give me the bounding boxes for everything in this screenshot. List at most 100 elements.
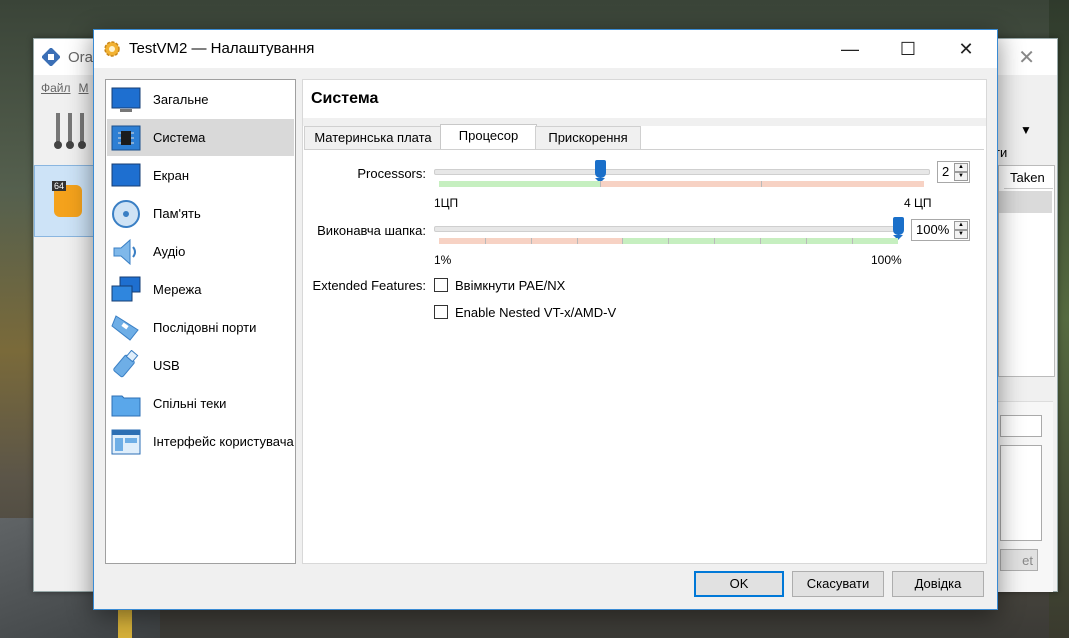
pae-nx-label[interactable]: Ввімкнути PAE/NX <box>455 278 565 293</box>
execution-cap-value: 100% <box>916 222 950 237</box>
maximize-button[interactable]: ☐ <box>879 30 937 68</box>
processor-tab-content <box>304 149 984 561</box>
close-icon: ✕ <box>958 38 974 59</box>
processors-scale-bad <box>600 181 924 187</box>
scale-tick <box>852 238 853 244</box>
tab-motherboard[interactable]: Материнська плата <box>304 126 442 150</box>
execution-cap-scale <box>439 238 898 244</box>
snapshots-selected-row[interactable] <box>999 191 1052 213</box>
virtualbox-logo-icon <box>42 48 60 66</box>
scale-tick <box>760 238 761 244</box>
disk-icon <box>112 199 140 228</box>
execution-cap-spinbox[interactable]: 100% ▲ ▼ <box>911 219 970 241</box>
pane-separator <box>303 118 986 126</box>
ui-window-icon <box>111 429 141 454</box>
minimize-button[interactable]: — <box>821 30 879 68</box>
scale-tick <box>600 181 601 187</box>
ok-button[interactable]: OK <box>694 571 784 597</box>
background-close-icon[interactable]: ✕ <box>1018 45 1035 70</box>
spin-up-icon[interactable]: ▲ <box>954 221 968 230</box>
monitor-icon <box>111 87 141 112</box>
sidebar-item-label: Аудіо <box>153 244 186 259</box>
tab-label: Материнська плата <box>314 130 432 145</box>
snapshots-column-header[interactable]: Taken <box>1004 167 1053 189</box>
processors-spinbox[interactable]: 2 ▲ ▼ <box>937 161 970 183</box>
tab-label: Прискорення <box>548 130 628 145</box>
tab-processor[interactable]: Процесор <box>440 124 537 151</box>
page-title: Система <box>311 90 379 107</box>
execution-cap-min-label: 1% <box>434 253 452 267</box>
execution-cap-slider-track[interactable] <box>434 226 904 232</box>
sidebar-item-label: Мережа <box>153 282 202 297</box>
sidebar-item-label: Екран <box>153 168 189 183</box>
sidebar-item-audio[interactable]: Аудіо <box>107 233 294 270</box>
sidebar-item-serial-ports[interactable]: Послідовні порти <box>107 309 294 346</box>
sidebar-item-user-interface[interactable]: Інтерфейс користувача <box>107 423 294 460</box>
sidebar-item-label: Послідовні порти <box>153 320 257 335</box>
menu-file[interactable]: Файл <box>41 81 71 95</box>
scale-tick <box>668 238 669 244</box>
tab-label: Процесор <box>458 128 519 143</box>
dialog-title: TestVM2 — Налаштування <box>129 40 315 57</box>
sidebar-item-shared-folders[interactable]: Спільні теки <box>107 385 294 422</box>
processors-scale-good <box>439 181 600 187</box>
scale-tick <box>577 238 578 244</box>
spin-buttons: ▲ ▼ <box>954 163 968 181</box>
nested-vtx-checkbox[interactable] <box>434 305 448 319</box>
tab-acceleration[interactable]: Прискорення <box>535 126 641 150</box>
tools-icon[interactable] <box>52 111 92 151</box>
background-reset-button[interactable]: et <box>1000 549 1038 571</box>
spin-down-icon[interactable]: ▼ <box>954 172 968 181</box>
sidebar-item-usb[interactable]: USB <box>107 347 294 384</box>
minimize-icon: — <box>841 38 859 59</box>
sidebar-item-label: Загальне <box>153 92 209 107</box>
spin-down-icon[interactable]: ▼ <box>954 230 968 239</box>
folder-icon <box>111 395 141 416</box>
nested-vtx-label[interactable]: Enable Nested VT-x/AMD-V <box>455 305 616 320</box>
scale-tick <box>714 238 715 244</box>
dialog-titlebar: TestVM2 — Налаштування — ☐ ✕ <box>94 30 997 68</box>
network-icon <box>111 276 141 301</box>
sidebar-item-display[interactable]: Екран <box>107 157 294 194</box>
processors-min-label: 1ЦП <box>434 196 459 210</box>
sidebar-item-storage[interactable]: Пам'ять <box>107 195 294 232</box>
cancel-button[interactable]: Скасувати <box>792 571 884 597</box>
close-button[interactable]: ✕ <box>937 30 995 68</box>
scale-tick <box>531 238 532 244</box>
processors-label: Processors: <box>357 166 426 181</box>
scale-tick <box>622 238 623 244</box>
sidebar-item-label: Спільні теки <box>153 396 227 411</box>
background-menubar: Файл M <box>41 81 97 95</box>
usb-icon <box>113 349 139 377</box>
execution-cap-slider-handle[interactable] <box>892 217 904 240</box>
maximize-icon: ☐ <box>899 38 917 59</box>
sidebar-item-label: USB <box>153 358 180 373</box>
sidebar-item-system[interactable]: Система <box>107 119 294 156</box>
pae-nx-checkbox[interactable] <box>434 278 448 292</box>
execution-cap-max-label: 100% <box>871 253 902 267</box>
execution-cap-label: Виконавча шапка: <box>317 223 426 238</box>
snapshot-description-field[interactable] <box>1000 445 1042 541</box>
sidebar-item-label: Пам'ять <box>153 206 201 221</box>
pane-header: Система <box>303 80 986 119</box>
vm-64bit-badge: 64 <box>52 181 67 191</box>
sidebar-item-general[interactable]: Загальне <box>107 81 294 118</box>
processors-max-label: 4 ЦП <box>904 196 932 210</box>
chip-icon <box>111 125 141 150</box>
serial-port-icon <box>111 314 139 341</box>
display-icon <box>111 163 141 186</box>
chevron-down-icon[interactable]: ▼ <box>1020 123 1032 137</box>
sidebar-item-label: Система <box>153 130 206 145</box>
scale-tick <box>806 238 807 244</box>
processors-value: 2 <box>942 164 950 179</box>
menu-machine[interactable]: M <box>79 81 89 95</box>
help-button[interactable]: Довідка <box>892 571 984 597</box>
processors-slider-track[interactable] <box>434 169 930 175</box>
sidebar-item-network[interactable]: Мережа <box>107 271 294 308</box>
settings-sidebar: Загальне Система Екран Пам'ять Аудіо Мер… <box>105 79 296 564</box>
snapshot-name-field[interactable] <box>1000 415 1042 437</box>
scale-tick <box>761 181 762 187</box>
spin-up-icon[interactable]: ▲ <box>954 163 968 172</box>
processors-slider-handle[interactable] <box>595 160 606 183</box>
scale-tick <box>485 238 486 244</box>
